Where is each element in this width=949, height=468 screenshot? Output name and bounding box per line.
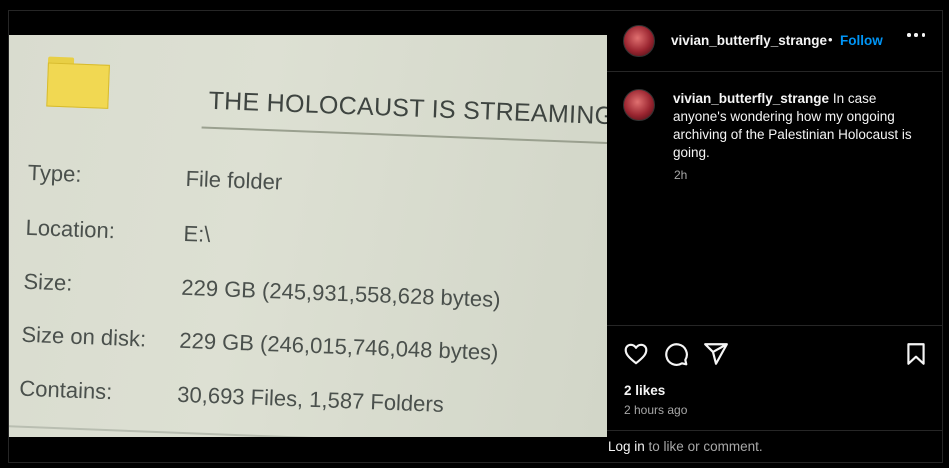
avatar[interactable] [623, 89, 655, 121]
action-bar [607, 327, 943, 379]
property-value: File folder [185, 165, 283, 195]
property-label: Location: [25, 214, 116, 244]
property-label: Size on disk: [21, 321, 147, 352]
property-value: 229 GB (246,015,746,048 bytes) [178, 327, 499, 366]
comment-icon[interactable] [663, 341, 689, 367]
property-label: Type: [27, 159, 82, 187]
post-image: THE HOLOCAUST IS STREAMING LIVE Type: Fi… [9, 35, 607, 437]
property-value: 229 GB (245,931,558,628 bytes) [180, 274, 501, 313]
avatar[interactable] [623, 25, 655, 57]
property-value: 30,693 Files, 1,587 Folders [176, 381, 445, 417]
property-label: Size: [23, 268, 73, 296]
property-label: Contains: [18, 375, 113, 405]
separator-dot: • [828, 32, 833, 47]
share-icon[interactable] [703, 341, 729, 367]
more-icon[interactable] [907, 30, 925, 40]
bookmark-icon[interactable] [903, 341, 929, 367]
login-prompt: Log in to like or comment. [607, 430, 943, 463]
folder-name-field: THE HOLOCAUST IS STREAMING LIVE [201, 80, 607, 145]
follow-button[interactable]: Follow [840, 33, 883, 48]
divider [9, 425, 607, 437]
login-link[interactable]: Log in [608, 439, 645, 454]
folder-name-text: THE HOLOCAUST IS STREAMING LIVE [208, 86, 607, 133]
header-username[interactable]: vivian_butterfly_strange [671, 33, 827, 48]
caption-timestamp[interactable]: 2h [674, 168, 687, 182]
folder-icon [46, 56, 110, 109]
caption: vivian_butterfly_strange In case anyone'… [673, 90, 923, 162]
post-timestamp: 2 hours ago [624, 403, 688, 417]
caption-username[interactable]: vivian_butterfly_strange [673, 91, 829, 106]
login-prompt-text: to like or comment. [644, 439, 763, 454]
likes-count[interactable]: 2 likes [624, 383, 665, 398]
heart-icon[interactable] [623, 341, 649, 367]
caption-section: vivian_butterfly_strange In case anyone'… [607, 73, 943, 326]
post-header: vivian_butterfly_strange • Follow [607, 10, 943, 72]
property-value: E:\ [183, 220, 211, 247]
